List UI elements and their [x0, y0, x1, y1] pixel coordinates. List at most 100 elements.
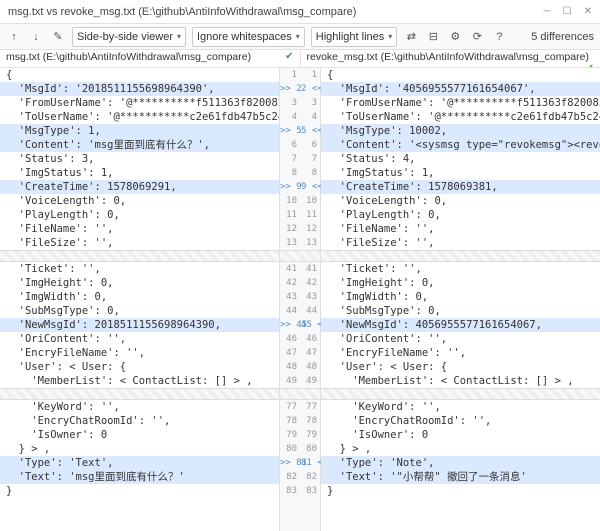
left-path-text: msg.txt (E:\github\AntiInfoWithdrawal\ms… — [6, 51, 251, 63]
code-line[interactable]: 'KeyWord': '', — [321, 400, 600, 414]
code-line[interactable]: 'EncryChatRoomId': '', — [321, 414, 600, 428]
code-line[interactable]: 'OriContent': '', — [321, 332, 600, 346]
gutter-row: >> 4545 << — [280, 318, 320, 332]
code-line[interactable]: 'NewMsgId': 4056955577161654067, — [321, 318, 600, 332]
code-line[interactable]: 'VoiceLength': 0, — [0, 194, 279, 208]
code-line[interactable]: { — [321, 68, 600, 82]
whitespace-select[interactable]: Ignore whitespaces ▾ — [192, 27, 305, 47]
highlight-select[interactable]: Highlight lines ▾ — [311, 27, 398, 47]
line-gutter[interactable]: 11>> 22 <<3344>> 55 <<667788>> 99 <<1010… — [279, 68, 321, 531]
gutter-row: 1010 — [280, 194, 320, 208]
code-line[interactable]: 'Ticket': '', — [321, 262, 600, 276]
code-line[interactable]: } > , — [321, 442, 600, 456]
refresh-icon[interactable]: ⟳ — [469, 29, 485, 45]
minimize-button[interactable]: ─ — [544, 6, 551, 17]
diff-count: 5 differences — [531, 31, 594, 43]
code-line[interactable]: 'EncryFileName': '', — [321, 346, 600, 360]
code-line[interactable]: 'Text': '"小帮帮" 撤回了一条消息' — [321, 470, 600, 484]
window-title: msg.txt vs revoke_msg.txt (E:\github\Ant… — [8, 6, 544, 18]
collapsed-region[interactable] — [321, 388, 600, 400]
prev-diff-icon[interactable]: ↑ — [6, 29, 22, 45]
chevron-down-icon: ▾ — [177, 32, 181, 41]
code-line[interactable]: 'FileSize': '', — [0, 236, 279, 250]
gear-icon[interactable]: ⚙ — [447, 29, 463, 45]
collapse-icon[interactable]: ⊟ — [425, 29, 441, 45]
right-pane[interactable]: { 'MsgId': '4056955577161654067', 'FromU… — [321, 68, 600, 531]
code-line[interactable]: 'Content': '<sysmsg type="revokemsg"><re… — [321, 138, 600, 152]
code-line[interactable]: 'IsOwner': 0 — [321, 428, 600, 442]
code-line[interactable]: 'ImgWidth': 0, — [321, 290, 600, 304]
code-line[interactable]: 'ToUserName': '@***********c2e61fdb47b5c… — [321, 110, 600, 124]
gutter-row: 11 — [280, 68, 320, 82]
code-line[interactable]: 'PlayLength': 0, — [0, 208, 279, 222]
code-line[interactable]: 'Content': 'msg里面到底有什么？', — [0, 138, 279, 152]
code-line[interactable]: 'FileName': '', — [0, 222, 279, 236]
code-line[interactable]: 'NewMsgId': 2018511155698964390, — [0, 318, 279, 332]
code-line[interactable]: 'User': < User: { — [321, 360, 600, 374]
code-line[interactable]: { — [0, 68, 279, 82]
code-line[interactable]: 'User': < User: { — [0, 360, 279, 374]
code-line[interactable]: 'VoiceLength': 0, — [321, 194, 600, 208]
code-line[interactable]: 'ImgHeight': 0, — [321, 276, 600, 290]
code-line[interactable]: 'Text': 'msg里面到底有什么？' — [0, 470, 279, 484]
code-line[interactable]: 'SubMsgType': 0, — [321, 304, 600, 318]
code-line[interactable]: 'ImgStatus': 1, — [0, 166, 279, 180]
code-line[interactable]: 'FileSize': '', — [321, 236, 600, 250]
code-line[interactable]: 'ImgStatus': 1, — [321, 166, 600, 180]
collapsed-region[interactable] — [0, 250, 279, 262]
code-line[interactable]: 'SubMsgType': 0, — [0, 304, 279, 318]
code-line[interactable]: } — [0, 484, 279, 498]
next-diff-icon[interactable]: ↓ — [28, 29, 44, 45]
help-icon[interactable]: ? — [491, 29, 507, 45]
chevron-down-icon: ▾ — [296, 32, 300, 41]
code-line[interactable]: 'CreateTime': 1578069381, — [321, 180, 600, 194]
code-line[interactable]: 'MsgId': '2018511155698964390', — [0, 82, 279, 96]
code-line[interactable]: 'Ticket': '', — [0, 262, 279, 276]
gutter-row: 33 — [280, 96, 320, 110]
code-line[interactable]: 'EncryChatRoomId': '', — [0, 414, 279, 428]
code-line[interactable]: 'KeyWord': '', — [0, 400, 279, 414]
collapsed-region[interactable] — [280, 250, 320, 262]
gutter-row: 66 — [280, 138, 320, 152]
gutter-row: 1111 — [280, 208, 320, 222]
gutter-row: 4242 — [280, 276, 320, 290]
code-line[interactable]: 'Type': 'Text', — [0, 456, 279, 470]
code-line[interactable]: 'MsgType': 10002, — [321, 124, 600, 138]
close-button[interactable]: ✕ — [584, 6, 592, 17]
code-line[interactable]: 'MsgId': '4056955577161654067', — [321, 82, 600, 96]
code-line[interactable]: 'MemberList': < ContactList: [] > , — [321, 374, 600, 388]
viewer-mode-select[interactable]: Side-by-side viewer ▾ — [72, 27, 186, 47]
maximize-button[interactable]: ☐ — [563, 6, 572, 17]
sync-scroll-icon[interactable]: ⇄ — [403, 29, 419, 45]
code-line[interactable]: 'MemberList': < ContactList: [] > , — [0, 374, 279, 388]
collapsed-region[interactable] — [0, 388, 279, 400]
code-line[interactable]: 'OriContent': '', — [0, 332, 279, 346]
gutter-row: 7979 — [280, 428, 320, 442]
code-line[interactable]: 'FileName': '', — [321, 222, 600, 236]
code-line[interactable]: 'Status': 3, — [0, 152, 279, 166]
code-line[interactable]: 'PlayLength': 0, — [321, 208, 600, 222]
code-line[interactable]: 'IsOwner': 0 — [0, 428, 279, 442]
code-line[interactable]: 'FromUserName': '@**********f511363f8200… — [321, 96, 600, 110]
collapsed-region[interactable] — [321, 250, 600, 262]
chevron-down-icon: ▾ — [388, 32, 392, 41]
code-line[interactable]: 'ImgWidth': 0, — [0, 290, 279, 304]
code-line[interactable]: 'EncryFileName': '', — [0, 346, 279, 360]
code-line[interactable]: } > , — [0, 442, 279, 456]
gutter-row: >> 99 << — [280, 180, 320, 194]
left-pane[interactable]: { 'MsgId': '2018511155698964390', 'FromU… — [0, 68, 279, 531]
gutter-row: 4141 — [280, 262, 320, 276]
code-line[interactable]: 'ToUserName': '@***********c2e61fdb47b5c… — [0, 110, 279, 124]
code-line[interactable]: 'FromUserName': '@**********f511363f8200… — [0, 96, 279, 110]
collapsed-region[interactable] — [280, 388, 320, 400]
code-line[interactable]: } — [321, 484, 600, 498]
toolbar: ↑ ↓ ✎ Side-by-side viewer ▾ Ignore white… — [0, 24, 600, 50]
gutter-row: >> 8181 << — [280, 456, 320, 470]
code-line[interactable]: 'ImgHeight': 0, — [0, 276, 279, 290]
code-line[interactable]: 'MsgType': 1, — [0, 124, 279, 138]
code-line[interactable]: 'CreateTime': 1578069291, — [0, 180, 279, 194]
checkmark-icon: ✔ — [285, 51, 293, 62]
code-line[interactable]: 'Status': 4, — [321, 152, 600, 166]
code-line[interactable]: 'Type': 'Note', — [321, 456, 600, 470]
edit-icon[interactable]: ✎ — [50, 29, 66, 45]
